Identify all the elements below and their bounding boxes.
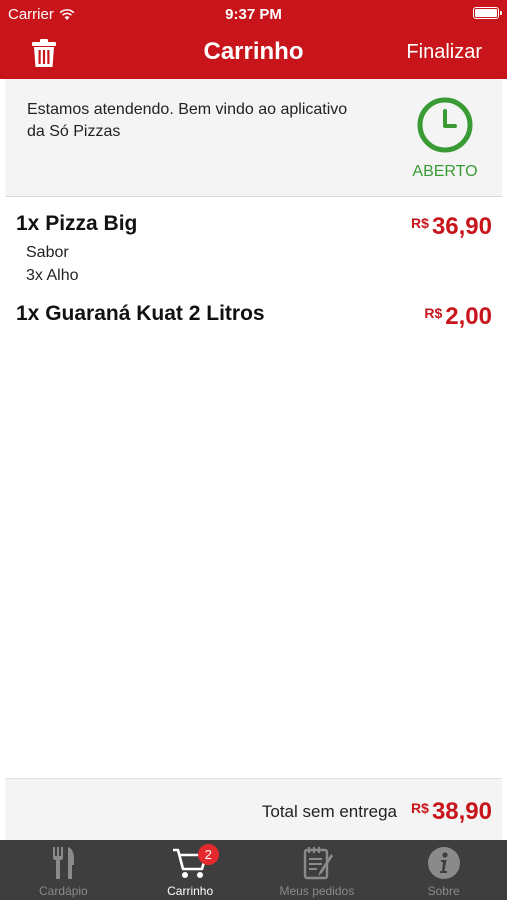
currency-symbol: R$	[411, 215, 429, 231]
cart-item-price: R$ 2,00	[424, 303, 492, 331]
price-amount: 2,00	[445, 303, 492, 330]
total-bar: Total sem entrega R$ 38,90	[5, 778, 502, 840]
tab-cardapio[interactable]: Cardápio	[0, 840, 127, 900]
total-label: Total sem entrega	[261, 802, 397, 821]
tab-label: Meus pedidos	[279, 884, 355, 898]
welcome-message-line2: da Só Pizzas	[27, 123, 121, 140]
welcome-message-line1: Estamos atendendo. Bem vindo ao aplicati…	[27, 101, 348, 118]
fork-knife-icon	[53, 847, 75, 879]
cart-count-badge: 2	[197, 844, 219, 865]
app-header: Carrier 9:37 PM Carrinho Finalizar	[0, 0, 507, 79]
tab-bar: Cardápio 2 Carrinho Meus pedidos Sobre	[0, 840, 507, 900]
tab-label: Sobre	[427, 884, 460, 898]
total-price: R$ 38,90	[411, 798, 492, 826]
tab-meus-pedidos[interactable]: Meus pedidos	[254, 840, 381, 900]
cart-item-name: 1x Guaraná Kuat 2 Litros	[16, 302, 265, 325]
status-time: 9:37 PM	[225, 6, 282, 23]
open-status-label: ABERTO	[412, 163, 478, 180]
notepad-icon	[303, 847, 333, 880]
currency-symbol: R$	[424, 305, 443, 321]
cart-item-detail: Sabor	[26, 244, 69, 261]
info-icon	[427, 847, 460, 879]
tab-carrinho[interactable]: 2 Carrinho	[127, 840, 254, 900]
price-amount: 36,90	[431, 213, 492, 240]
status-bar: Carrier 9:37 PM	[0, 0, 507, 28]
battery-icon	[473, 7, 502, 19]
tab-label: Cardápio	[39, 884, 88, 898]
cart-item-price: R$ 36,90	[411, 213, 492, 241]
tab-label: Carrinho	[167, 884, 214, 898]
finalize-button[interactable]: Finalizar	[406, 41, 482, 64]
total-amount: 38,90	[431, 798, 492, 825]
welcome-message: Estamos atendendo. Bem vindo ao aplicati…	[27, 99, 387, 143]
cart-item-name: 1x Pizza Big	[16, 212, 138, 235]
cart-item-detail: 3x Alho	[26, 267, 79, 284]
currency-symbol: R$	[411, 800, 429, 816]
store-status-banner: Estamos atendendo. Bem vindo ao aplicati…	[5, 79, 502, 197]
tab-sobre[interactable]: Sobre	[380, 840, 507, 900]
clock-icon	[417, 97, 473, 153]
